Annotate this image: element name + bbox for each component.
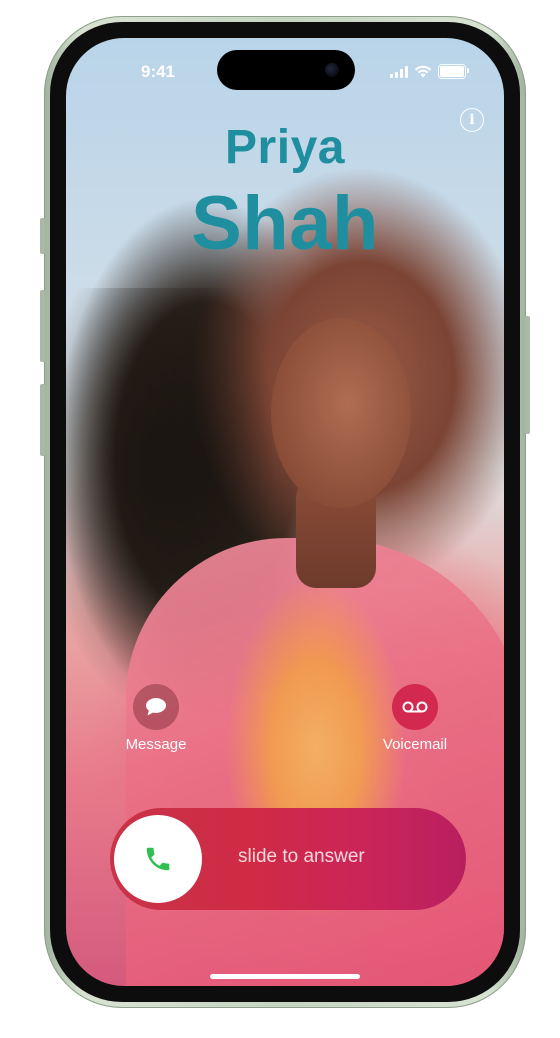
dynamic-island <box>217 50 355 90</box>
battery-icon <box>438 64 469 79</box>
status-time: 9:41 <box>140 62 176 81</box>
signal-icon <box>390 65 408 78</box>
slide-to-answer-track[interactable]: slide to answer <box>110 808 466 910</box>
home-indicator[interactable] <box>210 974 360 979</box>
message-bubble-icon <box>146 698 166 716</box>
caller-last-name: Shah <box>191 181 379 266</box>
volume-down-button <box>40 384 45 456</box>
phone-icon <box>146 847 170 871</box>
voicemail-label: Voicemail <box>382 736 448 753</box>
power-button <box>525 316 530 434</box>
voicemail-button-circle[interactable] <box>392 684 438 730</box>
contact-photo-shirt <box>126 538 504 986</box>
caller-first-name: Priya <box>225 121 345 174</box>
volume-up-button <box>40 290 45 362</box>
status-icons <box>390 64 469 79</box>
answer-slider-knob[interactable] <box>114 815 202 903</box>
slide-to-answer-text: slide to answer <box>238 846 365 867</box>
message-button[interactable]: Message <box>106 684 206 753</box>
wifi-icon <box>414 65 432 78</box>
message-button-circle[interactable] <box>133 684 179 730</box>
voicemail-button[interactable]: Voicemail <box>365 684 465 753</box>
action-button <box>40 218 45 254</box>
contact-photo-face <box>271 318 411 508</box>
voicemail-icon <box>402 701 428 713</box>
front-camera <box>325 63 339 77</box>
incoming-call-screen: 9:41 i Priya Shah Message Voicemail slid… <box>66 38 504 986</box>
message-label: Message <box>125 736 187 753</box>
